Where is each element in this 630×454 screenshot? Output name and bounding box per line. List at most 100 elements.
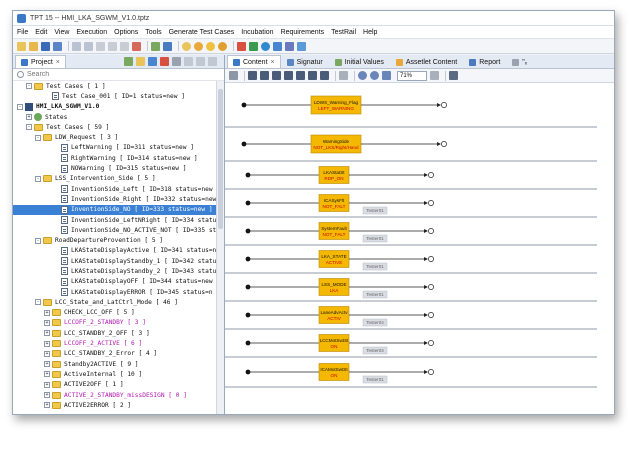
expand-icon[interactable]: + xyxy=(44,330,50,337)
new-testcase-icon[interactable] xyxy=(124,57,133,66)
tree-item[interactable]: - Test Cases [ 59 ] xyxy=(13,122,224,132)
tree-item[interactable]: RightWarning [ ID=314 status=new ] xyxy=(13,153,224,163)
end-node[interactable] xyxy=(441,141,447,147)
end-node[interactable] xyxy=(428,200,434,206)
tree-scrollbar[interactable] xyxy=(216,81,224,414)
test-data-icon[interactable] xyxy=(151,41,160,51)
save-icon[interactable] xyxy=(41,41,50,51)
delete-step-icon[interactable] xyxy=(308,71,317,80)
zoom-icon[interactable] xyxy=(182,41,191,51)
chevron-down-icon[interactable] xyxy=(430,71,439,80)
junction-icon[interactable] xyxy=(284,71,293,80)
tree-item[interactable]: + ActiveInternal [ 10 ] xyxy=(13,369,224,379)
scrollbar-thumb[interactable] xyxy=(218,89,223,229)
new-file-icon[interactable] xyxy=(17,41,26,51)
circle-yellow-icon[interactable] xyxy=(206,41,215,51)
tab-report[interactable]: Report xyxy=(463,55,506,68)
tree-item[interactable]: LKAStateDisplayOFF [ ID=344 status=new ] xyxy=(13,277,224,287)
menu-tools[interactable]: Tools xyxy=(145,29,161,36)
menu-testrail[interactable]: TestRail xyxy=(331,29,356,36)
tab-signatur[interactable]: Signatur xyxy=(281,55,329,68)
chart-icon[interactable] xyxy=(285,41,294,51)
tree-item[interactable]: NOWarning [ ID=315 status=new ] xyxy=(13,163,224,173)
test-step-block[interactable] xyxy=(310,134,362,154)
expand-icon[interactable]: + xyxy=(44,309,50,316)
menu-requirements[interactable]: Requirements xyxy=(281,29,325,36)
end-node[interactable] xyxy=(428,284,434,290)
tree-item[interactable]: + ACTIVE2ERROR [ 2 ] xyxy=(13,400,224,410)
new-folder-icon[interactable] xyxy=(136,57,145,66)
tab-content[interactable]: Content × xyxy=(227,55,281,68)
expand-icon[interactable]: + xyxy=(44,361,50,368)
expand-icon[interactable]: + xyxy=(44,340,50,347)
tree-item[interactable]: InventionSide_Left [ ID=318 status=new ] xyxy=(13,184,224,194)
run-icon[interactable] xyxy=(249,41,258,51)
menu-incubation[interactable]: Incubation xyxy=(241,29,273,36)
stop-icon[interactable] xyxy=(237,41,246,51)
tree-item[interactable]: LKAStateDisplayStandby_2 [ ID=343 status… xyxy=(13,266,224,276)
search-input[interactable] xyxy=(27,71,177,78)
menu-view[interactable]: View xyxy=(54,29,69,36)
menu-execution[interactable]: Execution xyxy=(76,29,107,36)
collapse-icon[interactable]: - xyxy=(35,237,41,244)
expand-icon[interactable]: + xyxy=(44,371,50,378)
tree-item[interactable]: InventionSide_NO_ACTIVE_NOT [ ID=335 sta… xyxy=(13,225,224,235)
collapse-icon[interactable]: - xyxy=(26,83,32,90)
tree-item[interactable]: - RoadDepartureProvention [ 5 ] xyxy=(13,235,224,245)
circle-warning-icon[interactable] xyxy=(194,41,203,51)
expand-icon[interactable]: + xyxy=(26,114,32,121)
tree-item[interactable]: - LSS_Intervention_Side [ 5 ] xyxy=(13,174,224,184)
collapse-icon[interactable]: - xyxy=(35,299,41,306)
collapse-icon[interactable]: - xyxy=(17,103,23,110)
collapse-icon[interactable]: - xyxy=(35,134,41,141)
view-menu-icon[interactable] xyxy=(184,57,193,66)
tree-item[interactable]: - LCC_State_and_LatCtrl_Mode [ 46 ] xyxy=(13,297,224,307)
end-node[interactable] xyxy=(428,312,434,318)
zoom-in-icon[interactable] xyxy=(358,71,367,80)
tree-item[interactable]: - Test Cases [ 1 ] xyxy=(13,81,224,91)
tree-item[interactable]: + CHECK_LCC_OFF [ 5 ] xyxy=(13,308,224,318)
close-icon[interactable]: × xyxy=(56,59,60,66)
expand-icon[interactable]: + xyxy=(44,392,50,399)
tree-item[interactable]: LKAStateDisplayActive [ ID=341 status=ne… xyxy=(13,246,224,256)
tree-item[interactable]: + States xyxy=(13,112,224,122)
tree-item[interactable]: LKAStateDisplayERROR [ ID=345 status=n xyxy=(13,287,224,297)
menu-generate-test-cases[interactable]: Generate Test Cases xyxy=(169,29,235,36)
tree-item[interactable]: + LCC_STANDBY_2_Error [ 4 ] xyxy=(13,349,224,359)
hide-icon[interactable] xyxy=(449,71,458,80)
tree-item[interactable]: + LCCOFF_2_STANDBY [ 3 ] xyxy=(13,318,224,328)
maximize-icon[interactable] xyxy=(208,57,217,66)
tree-item[interactable]: Test Case_001 [ ID=1 status=new ] xyxy=(13,91,224,101)
copy-icon[interactable] xyxy=(108,41,117,51)
link-icon[interactable] xyxy=(148,57,157,66)
expand-icon[interactable]: + xyxy=(44,381,50,388)
end-node[interactable] xyxy=(428,340,434,346)
tab-assetlet-content[interactable]: Assetlet Content xyxy=(390,55,463,68)
redo-icon[interactable] xyxy=(84,41,93,51)
tree-item[interactable]: - LDW_Request [ 3 ] xyxy=(13,132,224,142)
tab-[interactable]: "ₓ xyxy=(506,55,533,68)
menu-edit[interactable]: Edit xyxy=(35,29,47,36)
tree-item[interactable]: InventionSide_Right [ ID=332 status=new … xyxy=(13,194,224,204)
collapse-icon[interactable]: - xyxy=(26,124,32,131)
minimize-icon[interactable] xyxy=(196,57,205,66)
expand-icon[interactable]: + xyxy=(44,350,50,357)
select-tool-icon[interactable] xyxy=(229,71,238,80)
tree-item[interactable]: + Standby2ACTIVE [ 9 ] xyxy=(13,359,224,369)
assessment-icon[interactable] xyxy=(163,41,172,51)
align-icon[interactable] xyxy=(248,71,257,80)
tree-item[interactable]: - HMI_LKA_SGWM_V1.0 xyxy=(13,102,224,112)
zoom-fit-icon[interactable] xyxy=(382,71,391,80)
transition-icon[interactable] xyxy=(272,71,281,80)
end-node[interactable] xyxy=(428,228,434,234)
tree-item[interactable]: + ACTIVE_2_STANDBY_missDESIGN [ 0 ] xyxy=(13,390,224,400)
paste-icon[interactable] xyxy=(120,41,129,51)
menu-file[interactable]: File xyxy=(17,29,28,36)
step-icon[interactable] xyxy=(260,71,269,80)
circle-orange-icon[interactable] xyxy=(218,41,227,51)
tree-item[interactable]: InventionSide_NO [ ID=333 status=new ] xyxy=(13,204,224,215)
edit-icon[interactable] xyxy=(339,71,348,80)
cut-icon[interactable] xyxy=(96,41,105,51)
move-down-icon[interactable] xyxy=(320,71,329,80)
end-node[interactable] xyxy=(428,172,434,178)
